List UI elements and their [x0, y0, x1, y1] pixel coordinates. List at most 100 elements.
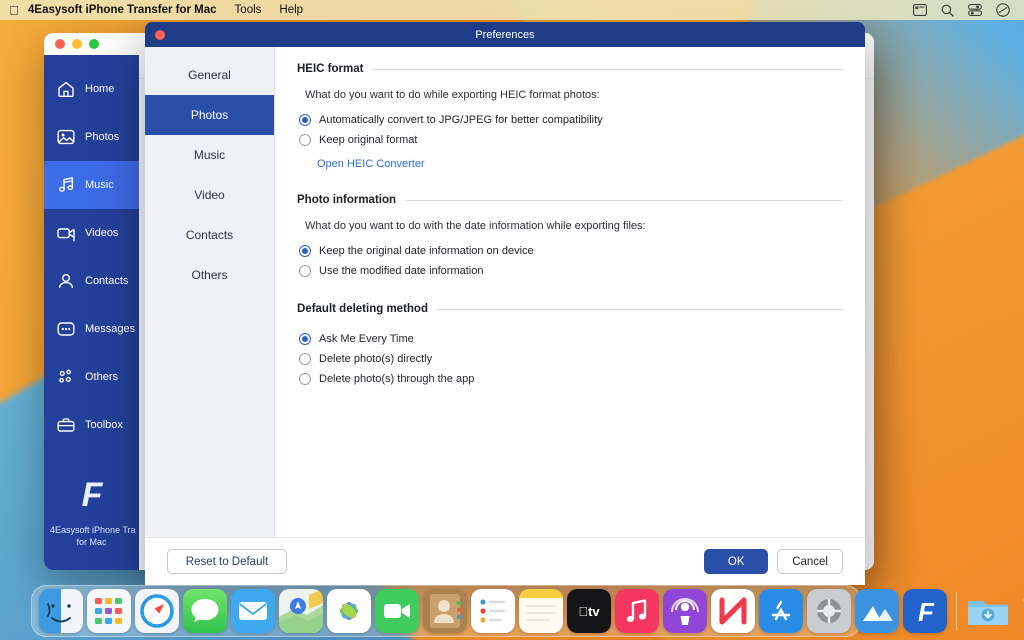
contacts-icon: [56, 271, 76, 291]
window-traffic-lights: [44, 33, 139, 55]
dock-item-finder[interactable]: [39, 589, 83, 633]
dock-item-notes[interactable]: [519, 589, 563, 633]
radio-delete-through-app[interactable]: Delete photo(s) through the app: [299, 369, 843, 389]
dock-item-reminders[interactable]: [471, 589, 515, 633]
radio-heic-keep-original[interactable]: Keep original format: [299, 130, 843, 150]
tab-others[interactable]: Others: [145, 255, 274, 295]
home-icon: [56, 79, 76, 99]
preferences-close-button[interactable]: [155, 30, 165, 40]
reset-to-default-button[interactable]: Reset to Default: [167, 549, 287, 574]
dock-item-podcasts[interactable]: [663, 589, 707, 633]
dock-item-contacts[interactable]: [423, 589, 467, 633]
apple-logo-icon[interactable]: : [0, 4, 28, 17]
tab-contacts[interactable]: Contacts: [145, 215, 274, 255]
link-row: Open HEIC Converter: [317, 154, 843, 172]
section-header: Default deleting method: [297, 303, 843, 315]
section-default-deleting-method: Default deleting method Ask Me Every Tim…: [297, 303, 843, 389]
radio-indicator: [299, 265, 311, 277]
sidebar-item-home[interactable]: Home: [44, 65, 139, 113]
sidebar-item-others[interactable]: Others: [44, 353, 139, 401]
radio-ask-every-time[interactable]: Ask Me Every Time: [299, 329, 843, 349]
preferences-tab-list: General Photos Music Video Contacts Othe…: [145, 47, 275, 537]
dock-item-messages[interactable]: [183, 589, 227, 633]
dock-item-apple-tv[interactable]: tv: [567, 589, 611, 633]
toolbox-icon: [56, 415, 76, 435]
cancel-button[interactable]: Cancel: [777, 549, 843, 574]
section-title: HEIC format: [297, 63, 363, 75]
sidebar-item-label: Messages: [85, 323, 135, 335]
section-photo-information: Photo information What do you want to do…: [297, 194, 843, 281]
dock-item-photos[interactable]: [327, 589, 371, 633]
dock-item-downloads-folder[interactable]: [966, 589, 1010, 633]
app-sidebar: Home Photos Music Videos: [44, 33, 139, 570]
sidebar-item-label: Contacts: [85, 275, 128, 287]
dock-item-launchpad[interactable]: [87, 589, 131, 633]
radio-delete-directly[interactable]: Delete photo(s) directly: [299, 349, 843, 369]
radio-label: Keep original format: [319, 134, 417, 146]
dock-item-maps[interactable]: [279, 589, 323, 633]
window-minimize-button[interactable]: [72, 39, 82, 49]
dock-item-trash[interactable]: [1014, 589, 1024, 633]
sidebar-item-messages[interactable]: Messages: [44, 305, 139, 353]
tab-video[interactable]: Video: [145, 175, 274, 215]
sidebar-item-label: Toolbox: [85, 419, 123, 431]
dock-item-safari[interactable]: [135, 589, 179, 633]
ok-button[interactable]: OK: [704, 549, 768, 574]
dock-item-music[interactable]: [615, 589, 659, 633]
tab-general[interactable]: General: [145, 55, 274, 95]
radio-label: Delete photo(s) through the app: [319, 373, 474, 385]
control-center-icon[interactable]: [968, 4, 982, 16]
section-header: HEIC format: [297, 63, 843, 75]
menu-item-tools[interactable]: Tools: [235, 4, 262, 16]
section-title: Default deleting method: [297, 303, 428, 315]
brand-name-line2: for Mac: [50, 536, 133, 548]
section-divider: [437, 309, 843, 310]
sidebar-item-music[interactable]: Music: [44, 161, 139, 209]
video-icon: [56, 223, 76, 243]
radio-label: Automatically convert to JPG/JPEG for be…: [319, 114, 603, 126]
section-header: Photo information: [297, 194, 843, 206]
radio-indicator: [299, 114, 311, 126]
dock-item-news[interactable]: [711, 589, 755, 633]
section-title: Photo information: [297, 194, 396, 206]
menubar-app-title[interactable]: 4Easysoft iPhone Transfer for Mac: [28, 4, 217, 16]
radio-keep-original-date[interactable]: Keep the original date information on de…: [299, 241, 843, 261]
preferences-title: Preferences: [475, 29, 534, 41]
window-close-button[interactable]: [55, 39, 65, 49]
sidebar-item-contacts[interactable]: Contacts: [44, 257, 139, 305]
sidebar-item-toolbox[interactable]: Toolbox: [44, 401, 139, 449]
window-zoom-button[interactable]: [89, 39, 99, 49]
radio-heic-convert[interactable]: Automatically convert to JPG/JPEG for be…: [299, 110, 843, 130]
section-description: What do you want to do while exporting H…: [305, 89, 843, 101]
spotlight-search-icon[interactable]: [941, 4, 954, 17]
section-description: What do you want to do with the date inf…: [305, 220, 843, 232]
dock-item-4easysoft-transfer[interactable]: F: [903, 589, 947, 633]
do-not-disturb-icon[interactable]: [996, 3, 1010, 17]
open-heic-converter-link[interactable]: Open HEIC Converter: [317, 158, 425, 170]
radio-indicator: [299, 134, 311, 146]
sidebar-item-label: Music: [85, 179, 114, 191]
others-icon: [56, 367, 76, 387]
radio-label: Delete photo(s) directly: [319, 353, 432, 365]
dock-item-app-store[interactable]: [759, 589, 803, 633]
sidebar-item-photos[interactable]: Photos: [44, 113, 139, 161]
dock-item-system-settings[interactable]: [807, 589, 851, 633]
radio-indicator: [299, 333, 311, 345]
screen-mirroring-icon[interactable]: [913, 4, 927, 16]
preferences-footer: Reset to Default OK Cancel: [145, 537, 865, 585]
dock-item-facetime[interactable]: [375, 589, 419, 633]
sidebar-item-label: Videos: [85, 227, 118, 239]
menu-bar:  4Easysoft iPhone Transfer for Mac Tool…: [0, 0, 1024, 20]
menu-item-help[interactable]: Help: [279, 4, 303, 16]
tab-music[interactable]: Music: [145, 135, 274, 175]
music-icon: [56, 175, 76, 195]
dock-item-photo-tool[interactable]: [855, 589, 899, 633]
sidebar-item-label: Photos: [85, 131, 119, 143]
dock-item-mail[interactable]: [231, 589, 275, 633]
svg-text:F: F: [918, 597, 935, 627]
tab-photos[interactable]: Photos: [145, 95, 274, 135]
radio-use-modified-date[interactable]: Use the modified date information: [299, 261, 843, 281]
sidebar-item-label: Home: [85, 83, 114, 95]
sidebar-item-videos[interactable]: Videos: [44, 209, 139, 257]
svg-text:tv: tv: [578, 604, 600, 619]
